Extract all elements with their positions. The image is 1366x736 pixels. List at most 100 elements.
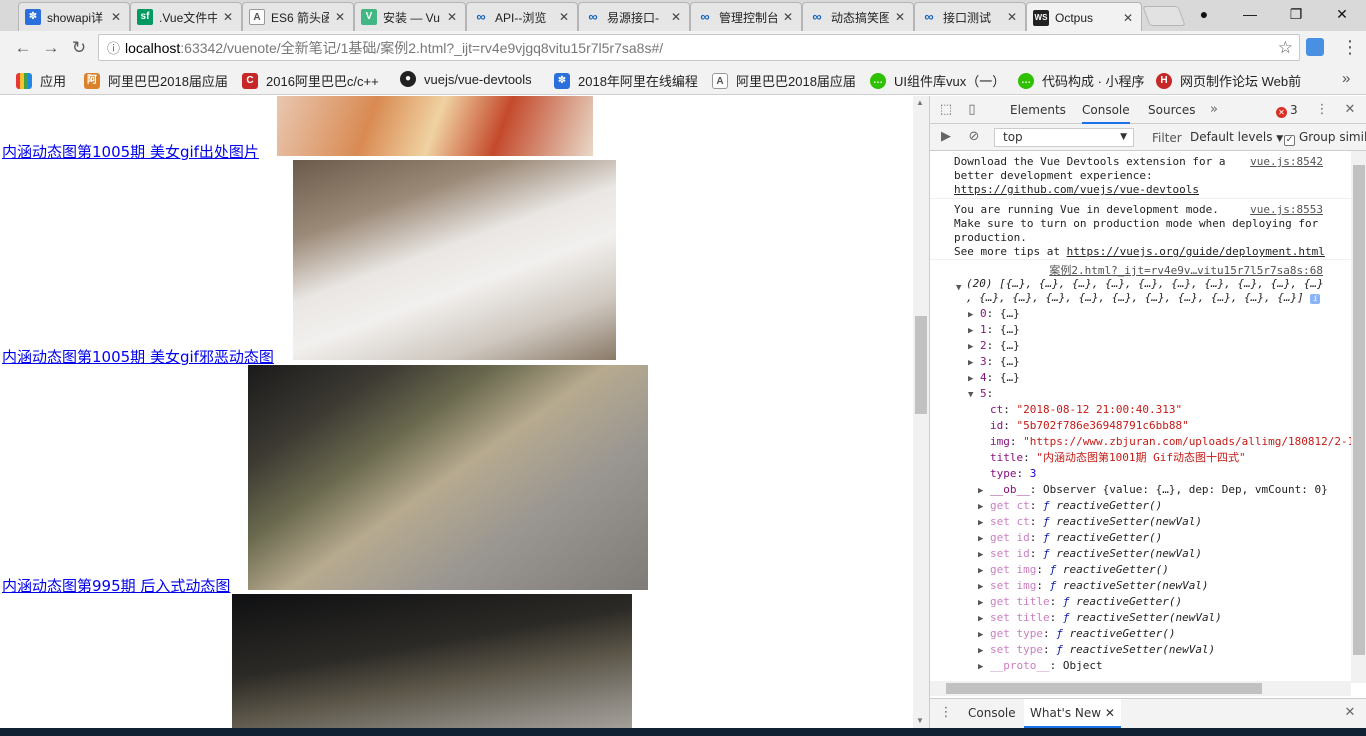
device-toggle-icon[interactable]: ▯	[964, 102, 980, 118]
bookmark-item[interactable]: … 代码构成 · 小程序	[1018, 71, 1145, 90]
inspect-icon[interactable]: ⬚	[938, 102, 954, 118]
expand-triangle-icon[interactable]: ▶	[968, 342, 973, 352]
source-link[interactable]: vue.js:8553	[1250, 203, 1323, 216]
scrollbar-thumb[interactable]	[946, 683, 1262, 694]
accessor-row[interactable]: set ct: ƒ reactiveSetter(newVal)	[990, 515, 1202, 529]
expand-triangle-icon[interactable]: ▶	[978, 566, 983, 576]
close-icon[interactable]: ✕	[1005, 10, 1019, 24]
expand-triangle-icon[interactable]: ▶	[968, 310, 973, 320]
tree-item[interactable]: 0: {…}	[980, 307, 1020, 321]
close-devtools-icon[interactable]: ✕	[1342, 102, 1358, 118]
tab-console[interactable]: Console	[1082, 96, 1130, 124]
close-icon[interactable]: ✕	[557, 10, 571, 24]
bookmark-item[interactable]: 阿阿里巴巴2018届应届	[84, 71, 228, 90]
expand-triangle-icon[interactable]: ▶	[978, 502, 983, 512]
tree-item[interactable]: 4: {…}	[980, 371, 1020, 385]
reload-icon[interactable]: ↻	[68, 37, 90, 59]
accessor-row[interactable]: get ct: ƒ reactiveGetter()	[990, 499, 1162, 513]
browser-tab[interactable]: sf .Vue文件中 ✕	[130, 2, 242, 31]
proto-row[interactable]: __proto__: Object	[990, 659, 1103, 673]
filter-input[interactable]: Filter	[1152, 131, 1182, 145]
scrollbar-thumb[interactable]	[915, 316, 927, 414]
error-count-badge[interactable]: ✕ 3	[1276, 103, 1298, 118]
console-scrollbar[interactable]	[1351, 151, 1366, 683]
close-icon[interactable]: ✕	[893, 10, 907, 24]
minimize-button[interactable]: —	[1230, 4, 1270, 24]
close-icon[interactable]: ✕	[1105, 706, 1115, 720]
tree-item[interactable]: 1: {…}	[980, 323, 1020, 337]
browser-tab[interactable]: A ES6 箭头函 ✕	[242, 2, 354, 31]
browser-tab[interactable]: ∞ API--浏览 ✕	[466, 2, 578, 31]
info-icon[interactable]: i	[1310, 294, 1321, 304]
expand-triangle-icon[interactable]: ▶	[978, 598, 983, 608]
close-window-button[interactable]: ✕	[1322, 4, 1362, 24]
close-icon[interactable]: ✕	[669, 10, 683, 24]
expand-triangle-icon[interactable]: ▶	[978, 662, 983, 672]
browser-tab[interactable]: ✽ showapi详 ✕	[18, 2, 130, 31]
message-link[interactable]: https://github.com/vuejs/vue-devtools	[954, 183, 1199, 197]
expand-triangle-icon[interactable]: ▶	[968, 326, 973, 336]
browser-tab[interactable]: ∞ 管理控制台 ✕	[690, 2, 802, 31]
menu-icon[interactable]: ⋮	[1340, 37, 1360, 58]
levels-dropdown[interactable]: Default levels ▼	[1190, 130, 1283, 144]
browser-tab[interactable]: V 安装 — Vu ✕	[354, 2, 466, 31]
more-bookmarks-icon[interactable]: »	[1342, 70, 1350, 87]
scroll-down-icon[interactable]: ▼	[916, 716, 924, 725]
close-icon[interactable]: ✕	[781, 10, 795, 24]
article-link[interactable]: 内涵动态图第1005期 美女gif出处图片	[2, 141, 259, 162]
scrollbar-thumb[interactable]	[1353, 165, 1365, 655]
expand-triangle-icon[interactable]: ▶	[978, 518, 983, 528]
source-link[interactable]: vue.js:8542	[1250, 155, 1323, 168]
accessor-row[interactable]: set id: ƒ reactiveSetter(newVal)	[990, 547, 1202, 561]
bookmark-item[interactable]: 应用	[16, 71, 66, 90]
tree-item[interactable]: 3: {…}	[980, 355, 1020, 369]
drawer-tab-whats-new[interactable]: What's New ✕	[1024, 699, 1121, 728]
console-hscrollbar[interactable]	[930, 681, 1351, 696]
bookmark-item[interactable]: A 阿里巴巴2018届应届	[712, 71, 856, 90]
tab-sources[interactable]: Sources	[1148, 96, 1195, 124]
devtools-menu-icon[interactable]: ⋮	[1314, 102, 1330, 118]
bookmark-item[interactable]: C 2016阿里巴巴c/c++	[242, 71, 379, 90]
browser-tab[interactable]: ∞ 易源接口- ✕	[578, 2, 690, 31]
scroll-up-icon[interactable]: ▲	[916, 98, 924, 107]
expand-triangle-icon[interactable]: ▶	[978, 582, 983, 592]
bookmark-star-icon[interactable]: ☆	[1278, 38, 1293, 58]
message-link[interactable]: https://vuejs.org/guide/deployment.html	[1067, 245, 1325, 258]
expand-triangle-icon[interactable]: ▶	[978, 534, 983, 544]
expand-triangle-icon[interactable]: ▶	[978, 550, 983, 560]
show-sidebar-icon[interactable]: ▶	[938, 129, 954, 145]
forward-icon[interactable]: →	[40, 37, 62, 59]
array-preview[interactable]: , {…}, {…}, {…}, {…}, {…}, {…}, {…}, {…}…	[966, 291, 1304, 304]
new-tab-button[interactable]	[1142, 6, 1186, 26]
group-similar-checkbox[interactable]: ✓ Group simila	[1284, 130, 1366, 146]
browser-tab[interactable]: ∞ 动态搞笑图 ✕	[802, 2, 914, 31]
back-icon[interactable]: ←	[12, 37, 34, 59]
expand-triangle-icon[interactable]: ▶	[978, 646, 983, 656]
tab-elements[interactable]: Elements	[1010, 96, 1066, 124]
drawer-tab-console[interactable]: Console	[968, 699, 1016, 728]
page-scrollbar[interactable]: ▲ ▼	[913, 96, 929, 730]
browser-tab-active[interactable]: WS Octpus ✕	[1026, 2, 1142, 32]
collapse-triangle-icon[interactable]: ▼	[968, 390, 973, 400]
bookmark-item[interactable]: … UI组件库vux（一）	[870, 71, 1005, 90]
gif-image[interactable]	[293, 160, 616, 360]
property-row[interactable]: type: 3	[990, 467, 1036, 481]
browser-tab[interactable]: ∞ 接口测试 ✕	[914, 2, 1026, 31]
address-bar[interactable]: ⓘ localhost:63342/vuenote/全新笔记/1基础/案例2.h…	[98, 34, 1300, 61]
gif-image[interactable]	[232, 594, 632, 730]
tree-item-expanded[interactable]: 5:	[980, 387, 993, 401]
expand-triangle-icon[interactable]: ▶	[978, 630, 983, 640]
profile-icon[interactable]: ●	[1184, 4, 1224, 24]
property-row[interactable]: ct: "2018-08-12 21:00:40.313"	[990, 403, 1182, 417]
property-row[interactable]: id: "5b702f786e36948791c6bb88"	[990, 419, 1189, 433]
bookmark-item[interactable]: ✽ 2018年阿里在线编程	[554, 71, 698, 90]
close-drawer-icon[interactable]: ✕	[1342, 705, 1358, 721]
observer-row[interactable]: __ob__: Observer {value: {…}, dep: Dep, …	[990, 483, 1328, 497]
expand-triangle-icon[interactable]: ▼	[956, 283, 961, 293]
gif-image[interactable]	[277, 96, 593, 156]
expand-triangle-icon[interactable]: ▶	[968, 374, 973, 384]
expand-triangle-icon[interactable]: ▶	[978, 486, 983, 496]
accessor-row[interactable]: set img: ƒ reactiveSetter(newVal)	[990, 579, 1209, 593]
property-row[interactable]: img: "https://www.zbjuran.com/uploads/al…	[990, 435, 1351, 449]
clear-console-icon[interactable]: ⊘	[966, 129, 982, 145]
